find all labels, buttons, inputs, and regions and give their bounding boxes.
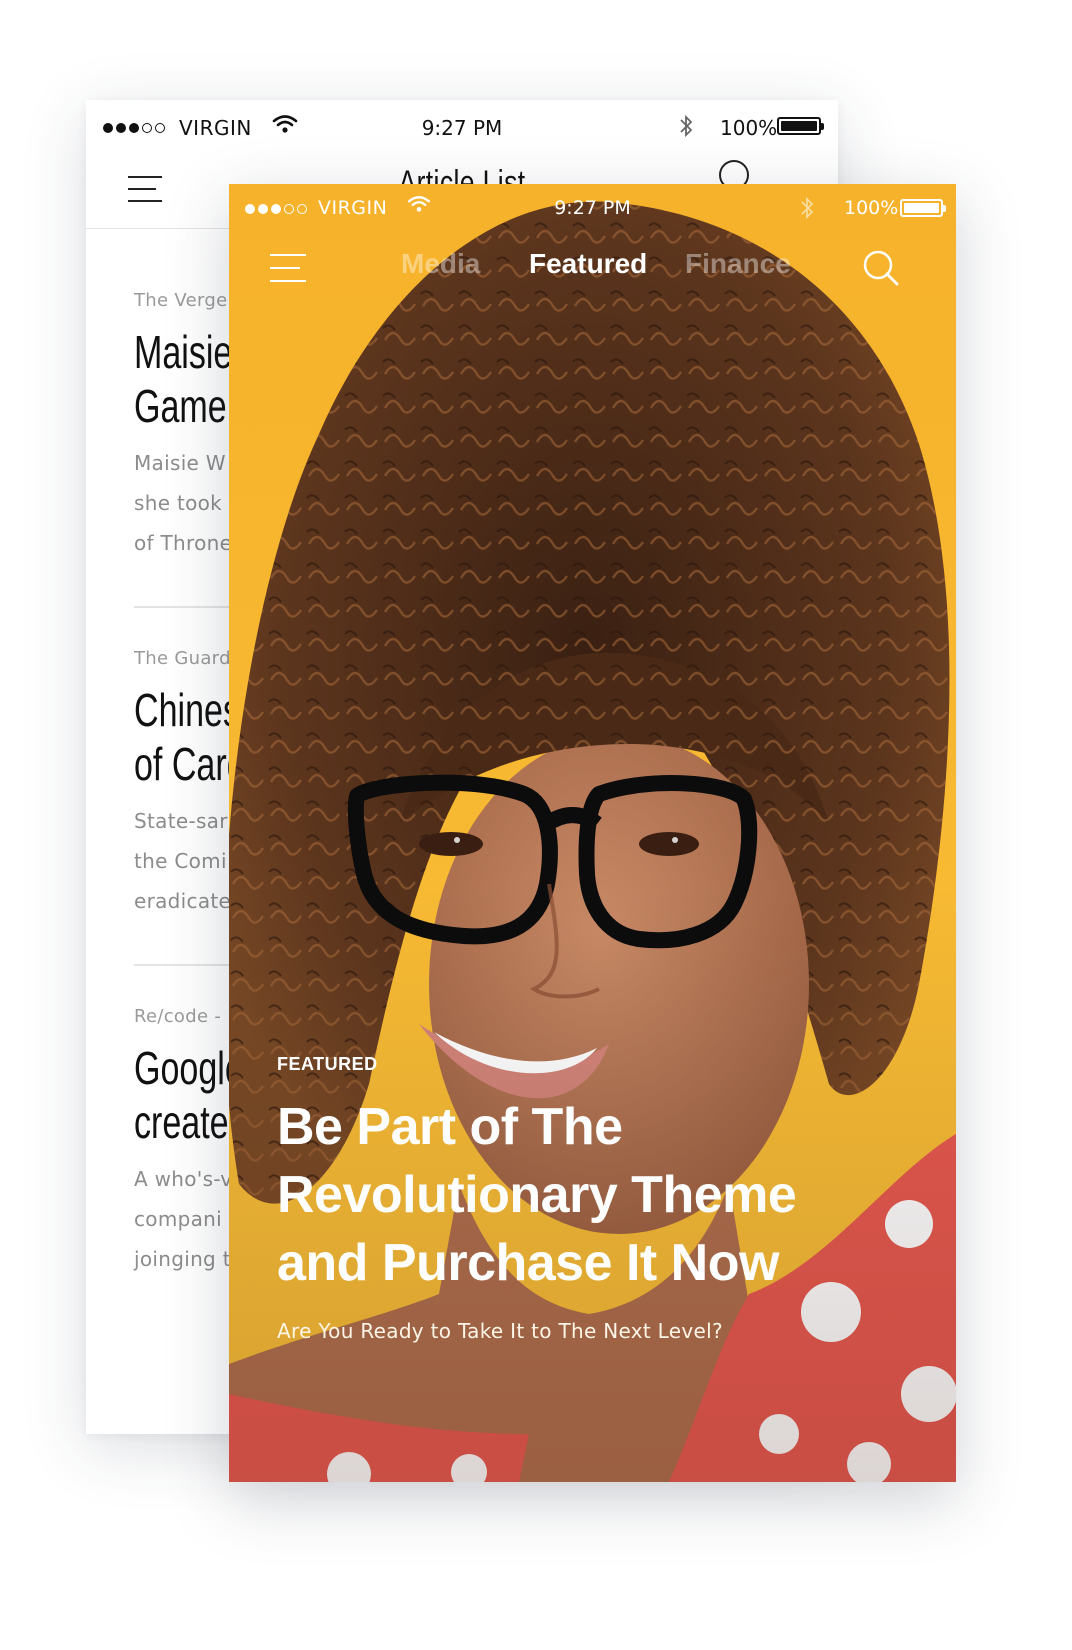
status-bar: VIRGIN 9:27 PM 100% bbox=[229, 184, 956, 238]
featured-hero-card[interactable]: FEATURED Be Part of The Revolutionary Th… bbox=[277, 1054, 917, 1343]
tab-media[interactable]: Media bbox=[401, 248, 480, 280]
featured-navbar: Media Featured Finance bbox=[229, 238, 956, 302]
featured-label: FEATURED bbox=[277, 1054, 378, 1074]
hero-subtitle: Are You Ready to Take It to The Next Lev… bbox=[277, 1319, 723, 1343]
bluetooth-icon bbox=[799, 194, 815, 226]
hero-headline: Be Part of The Revolutionary Theme and P… bbox=[277, 1098, 797, 1292]
hamburger-menu-icon[interactable] bbox=[270, 254, 306, 293]
mockup-stage: VIRGIN 9:27 PM 100% Article List The Ver… bbox=[0, 0, 1072, 1650]
search-icon[interactable] bbox=[861, 248, 901, 292]
status-bar: VIRGIN 9:27 PM 100% bbox=[86, 100, 838, 160]
bluetooth-icon bbox=[678, 112, 694, 144]
tab-finance[interactable]: Finance bbox=[685, 248, 791, 280]
battery-icon bbox=[900, 199, 946, 217]
battery-icon bbox=[777, 117, 824, 135]
hamburger-menu-icon[interactable] bbox=[128, 176, 162, 212]
tab-featured[interactable]: Featured bbox=[529, 248, 647, 280]
battery-percentage: 100% bbox=[720, 116, 778, 140]
featured-screen: VIRGIN 9:27 PM 100% Media Featured Finan… bbox=[229, 184, 956, 1482]
battery-percentage: 100% bbox=[844, 197, 899, 219]
